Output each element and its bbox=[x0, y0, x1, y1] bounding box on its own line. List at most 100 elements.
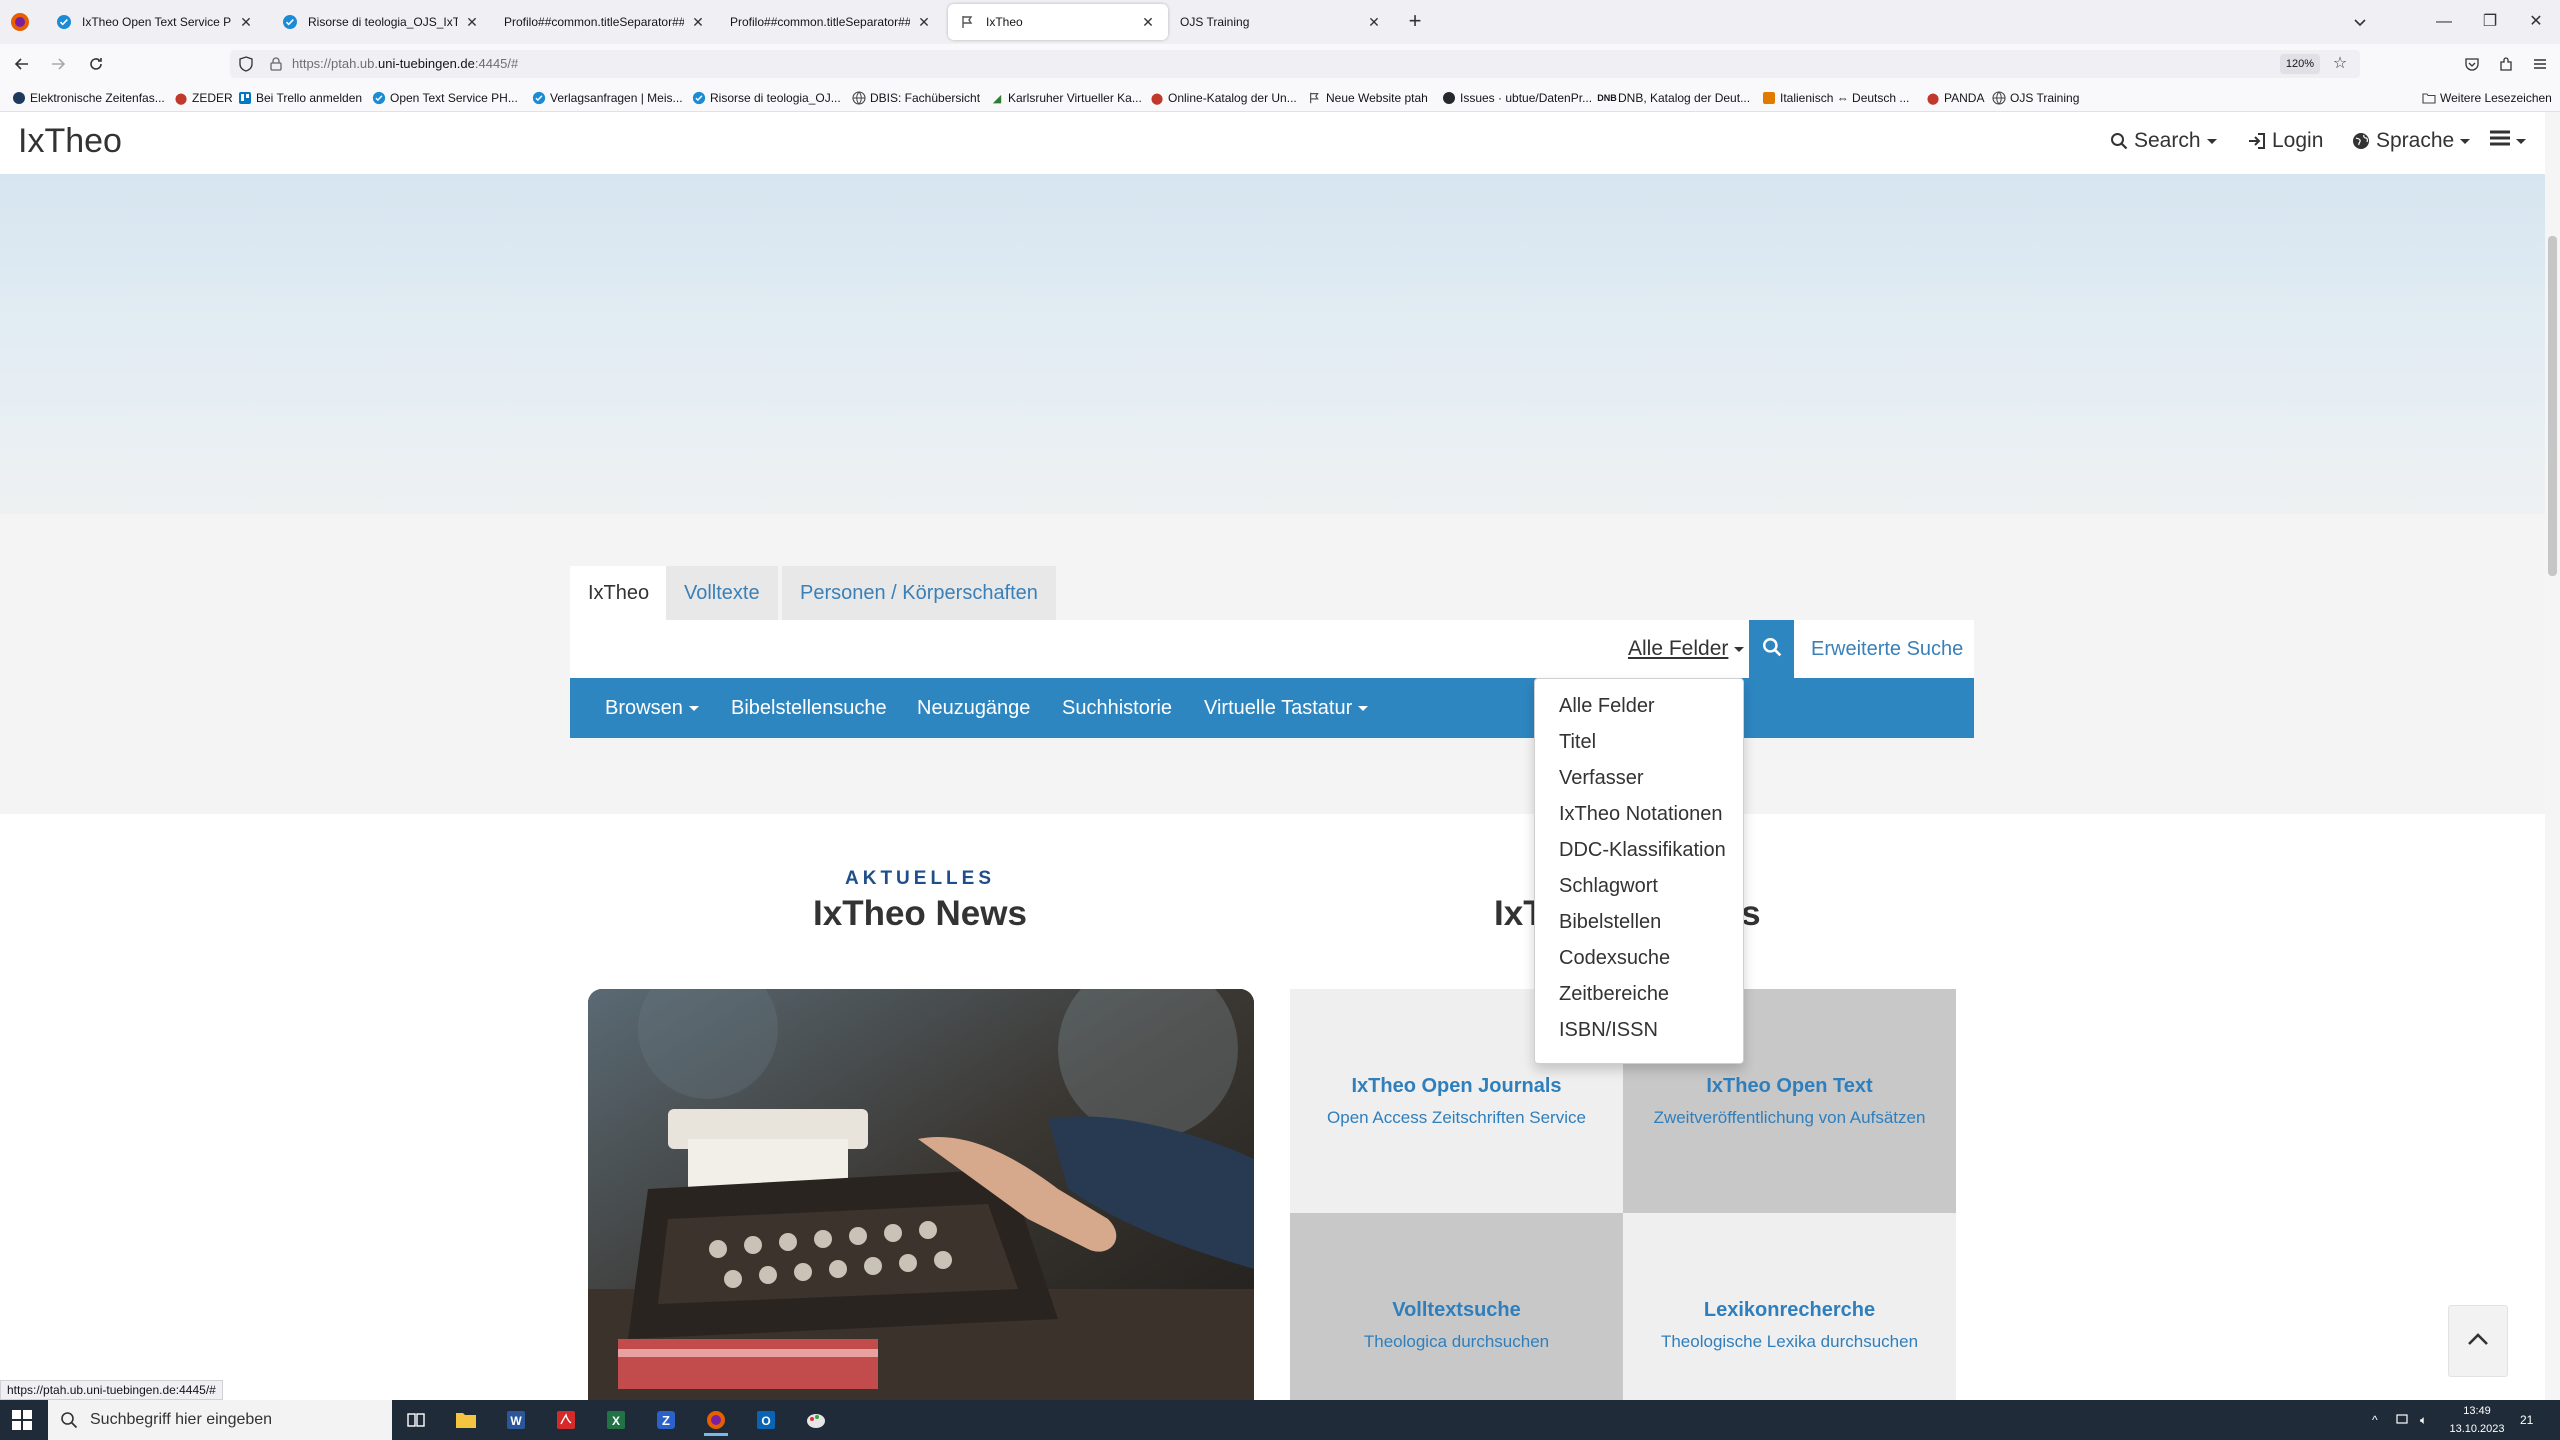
extensions-icon[interactable] bbox=[2494, 52, 2518, 76]
bookmark-item[interactable]: DNB DNB, Katalog der Deut... bbox=[1597, 89, 1750, 107]
bookmark-item[interactable]: Italienisch ⇔ Deutsch ... bbox=[1762, 89, 1909, 107]
lock-icon[interactable] bbox=[268, 56, 284, 72]
close-icon[interactable]: ✕ bbox=[238, 14, 254, 30]
close-icon[interactable]: ✕ bbox=[1366, 14, 1382, 30]
browse-menu[interactable]: Browsen bbox=[605, 678, 699, 738]
new-acquisitions-link[interactable]: Neuzugänge bbox=[917, 678, 1030, 738]
taskbar-search-input[interactable]: Suchbegriff hier eingeben bbox=[48, 1400, 392, 1440]
tray-chevron-icon[interactable]: ^ bbox=[2372, 1410, 2378, 1430]
forward-icon[interactable] bbox=[46, 52, 70, 76]
browser-tab[interactable]: Risorse di teologia_OJS_IxTheo | ✕ bbox=[270, 4, 492, 40]
field-option[interactable]: Titel bbox=[1535, 724, 1743, 760]
other-bookmarks[interactable]: Weitere Lesezeichen bbox=[2422, 89, 2552, 107]
browser-tab-active[interactable]: IxTheo ✕ bbox=[948, 4, 1168, 40]
windows-start-icon[interactable] bbox=[10, 1408, 34, 1432]
hamburger-menu[interactable] bbox=[2490, 129, 2526, 153]
outlook-icon[interactable]: O bbox=[746, 1404, 786, 1436]
header-search-menu[interactable]: Search bbox=[2110, 129, 2217, 153]
bookmark-item[interactable]: Risorse di teologia_OJ... bbox=[692, 89, 841, 107]
field-option[interactable]: Alle Felder bbox=[1535, 688, 1743, 724]
volume-icon[interactable]: 🔈︎ bbox=[2420, 1410, 2427, 1430]
tab-personen[interactable]: Personen / Körperschaften bbox=[782, 566, 1056, 620]
caret-down-icon bbox=[1734, 646, 1745, 652]
bookmark-item[interactable]: OJS Training bbox=[1992, 89, 2079, 107]
network-icon[interactable] bbox=[2396, 1410, 2412, 1430]
field-option[interactable]: Bibelstellen bbox=[1535, 904, 1743, 940]
news-image-typewriter[interactable] bbox=[588, 989, 1254, 1400]
field-option[interactable]: IxTheo Notationen bbox=[1535, 796, 1743, 832]
bookmark-item[interactable]: Bei Trello anmelden bbox=[238, 89, 362, 107]
bookmark-item[interactable]: ⬤ PANDA bbox=[1926, 89, 1985, 107]
tab-ixtheo[interactable]: IxTheo bbox=[570, 566, 668, 620]
app-menu-icon[interactable] bbox=[2528, 52, 2552, 76]
site-logo[interactable]: IxTheo bbox=[18, 122, 122, 161]
field-option[interactable]: DDC-Klassifikation bbox=[1535, 832, 1743, 868]
bookmark-item[interactable]: Verlagsanfragen | Meis... bbox=[532, 89, 683, 107]
field-option[interactable]: Verfasser bbox=[1535, 760, 1743, 796]
minimize-icon[interactable]: — bbox=[2432, 10, 2456, 34]
bookmark-item[interactable]: Elektronische Zeitenfas... bbox=[12, 89, 165, 107]
header-login[interactable]: Login bbox=[2248, 129, 2323, 153]
close-icon[interactable]: ✕ bbox=[464, 14, 480, 30]
caret-down-icon bbox=[2206, 138, 2217, 144]
tracking-shield-icon[interactable] bbox=[238, 56, 254, 72]
url-text[interactable]: https://ptah.ub.uni-tuebingen.de:4445/# bbox=[292, 56, 518, 71]
scroll-to-top-button[interactable] bbox=[2448, 1305, 2508, 1377]
advanced-search-link[interactable]: Erweiterte Suche bbox=[1811, 620, 1963, 678]
tile-lexicon-search[interactable]: Lexikonrecherche Theologische Lexika dur… bbox=[1623, 1213, 1956, 1400]
sign-in-icon bbox=[2248, 132, 2266, 150]
url-bar[interactable]: https://ptah.ub.uni-tuebingen.de:4445/# … bbox=[230, 50, 2360, 78]
pocket-icon[interactable] bbox=[2460, 52, 2484, 76]
tab-volltexte[interactable]: Volltexte bbox=[666, 566, 778, 620]
word-icon[interactable]: W bbox=[496, 1404, 536, 1436]
bookmark-star-icon[interactable]: ☆ bbox=[2330, 54, 2350, 74]
bookmark-item[interactable]: ⬤ Online-Katalog der Un... bbox=[1150, 89, 1297, 107]
tile-fulltext-search[interactable]: Volltextsuche Theologica durchsuchen bbox=[1290, 1213, 1623, 1400]
bookmark-item[interactable]: Open Text Service PH... bbox=[372, 89, 518, 107]
browser-tab[interactable]: Profilo##common.titleSeparator## ✕ bbox=[496, 4, 718, 40]
search-button[interactable] bbox=[1749, 620, 1794, 678]
back-icon[interactable] bbox=[10, 52, 34, 76]
close-window-icon[interactable]: ✕ bbox=[2524, 10, 2548, 34]
field-option[interactable]: Codexsuche bbox=[1535, 940, 1743, 976]
dnb-icon: DNB bbox=[1597, 93, 1617, 103]
file-explorer-icon[interactable] bbox=[446, 1404, 486, 1436]
bookmark-item[interactable]: Issues · ubtue/DatenPr... bbox=[1442, 89, 1592, 107]
browser-tab[interactable]: Profilo##common.titleSeparator## ✕ bbox=[722, 4, 944, 40]
restore-icon[interactable]: ❐ bbox=[2478, 10, 2502, 34]
bookmark-item[interactable]: DBIS: Fachübersicht bbox=[852, 89, 980, 107]
page-scrollbar[interactable] bbox=[2545, 112, 2560, 1400]
bookmark-item[interactable]: Neue Website ptah bbox=[1308, 89, 1428, 107]
close-icon[interactable]: ✕ bbox=[1140, 14, 1156, 30]
scrollbar-thumb[interactable] bbox=[2548, 236, 2557, 576]
browser-tab[interactable]: IxTheo Open Text Service PHASE ✕ bbox=[44, 4, 266, 40]
acrobat-icon[interactable] bbox=[546, 1404, 586, 1436]
new-tab-icon[interactable]: + bbox=[1403, 10, 1427, 34]
task-view-icon[interactable] bbox=[396, 1404, 436, 1436]
bible-search-link[interactable]: Bibelstellensuche bbox=[731, 678, 887, 738]
bookmark-item[interactable]: ⬤ ZEDER bbox=[174, 89, 233, 107]
close-icon[interactable]: ✕ bbox=[690, 14, 706, 30]
search-input[interactable] bbox=[570, 620, 1610, 678]
pin-icon: ⬤ bbox=[174, 92, 188, 105]
zoom-level[interactable]: 120% bbox=[2279, 54, 2320, 74]
firefox-taskbar-icon[interactable] bbox=[696, 1404, 736, 1436]
field-option[interactable]: ISBN/ISSN bbox=[1535, 1012, 1743, 1048]
header-language-menu[interactable]: Sprache bbox=[2352, 129, 2471, 153]
tab-list-chevron-icon[interactable] bbox=[2350, 12, 2370, 32]
zotero-icon[interactable]: Z bbox=[646, 1404, 686, 1436]
firefox-menu-icon[interactable] bbox=[8, 10, 32, 34]
bookmark-item[interactable]: ◢ Karlsruher Virtueller Ka... bbox=[990, 89, 1142, 107]
notifications-icon[interactable]: 21 bbox=[2520, 1410, 2533, 1430]
close-icon[interactable]: ✕ bbox=[916, 14, 932, 30]
virtual-keyboard-menu[interactable]: Virtuelle Tastatur bbox=[1204, 678, 1369, 738]
field-option[interactable]: Zeitbereiche bbox=[1535, 976, 1743, 1012]
field-select-dropdown[interactable]: Alle Felder bbox=[1628, 620, 1745, 678]
taskbar-clock[interactable]: 13:49 13.10.2023 bbox=[2442, 1402, 2512, 1438]
browser-tab[interactable]: OJS Training ✕ bbox=[1172, 4, 1394, 40]
excel-icon[interactable]: X bbox=[596, 1404, 636, 1436]
field-option[interactable]: Schlagwort bbox=[1535, 868, 1743, 904]
paint-icon[interactable] bbox=[796, 1404, 836, 1436]
reload-icon[interactable] bbox=[84, 52, 108, 76]
search-history-link[interactable]: Suchhistorie bbox=[1062, 678, 1172, 738]
